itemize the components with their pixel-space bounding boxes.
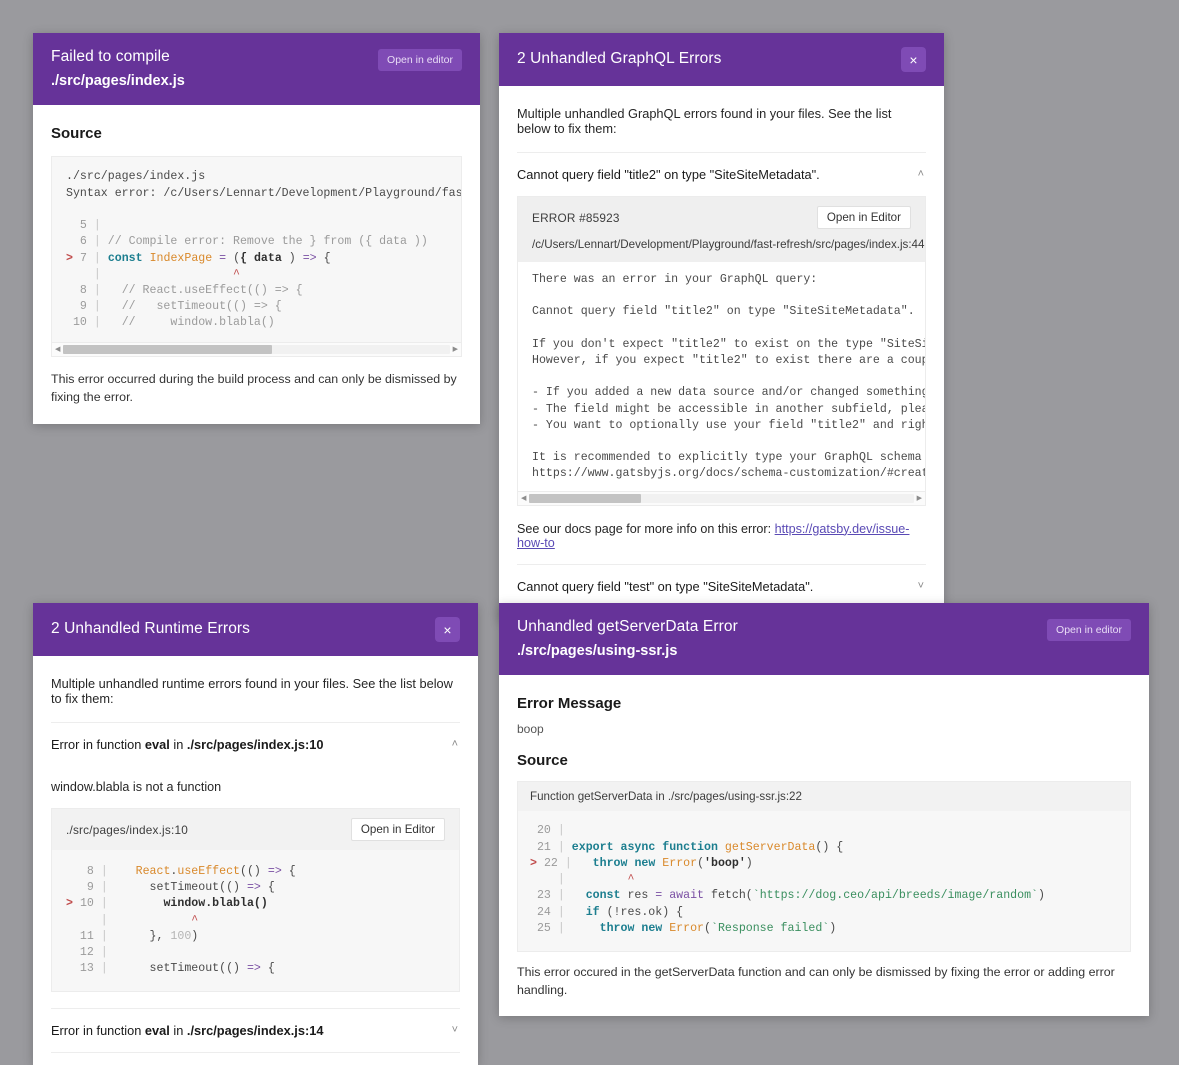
scroll-left-icon[interactable]: ◀ [55, 346, 60, 353]
scroll-left-icon[interactable]: ◀ [521, 495, 526, 502]
graphql-error-detail-body: There was an error in your GraphQL query… [518, 262, 925, 491]
runtime-error-location-0: ./src/pages/index.js:10 [187, 737, 324, 752]
compile-panel-body: Source ./src/pages/index.js Syntax error… [33, 125, 480, 424]
failed-to-compile-panel: Failed to compile ./src/pages/index.js O… [33, 33, 480, 424]
compile-panel-header: Failed to compile ./src/pages/index.js O… [33, 33, 480, 105]
graphql-detail-hscrollbar[interactable]: ◀ ▶ [518, 491, 925, 505]
runtime-intro-text: Multiple unhandled runtime errors found … [51, 656, 460, 722]
ssr-error-message-heading: Error Message [517, 695, 1131, 712]
graphql-panel-body: Multiple unhandled GraphQL errors found … [499, 86, 944, 621]
graphql-panel-title: 2 Unhandled GraphQL Errors [517, 49, 722, 70]
scroll-track[interactable] [63, 345, 449, 354]
graphql-open-in-editor-button[interactable]: Open in Editor [817, 206, 911, 229]
graphql-error-row-1[interactable]: Cannot query field "test" on type "SiteS… [517, 564, 926, 609]
graphql-intro-text: Multiple unhandled GraphQL errors found … [517, 86, 926, 152]
ssr-source-heading: Source [517, 752, 1131, 769]
ssr-error-message: boop [517, 722, 1131, 736]
graphql-error-summary-0: Cannot query field "title2" on type "Sit… [517, 167, 820, 182]
ssr-code-block: 20 | 21 | export async function getServe… [518, 811, 1130, 950]
runtime-error-fn-1: eval [145, 1023, 170, 1038]
chevron-up-icon[interactable]: ˄ [452, 739, 460, 750]
compile-code-frame: ./src/pages/index.js Syntax error: /c/Us… [51, 156, 462, 356]
runtime-error-summary-0: Error in function eval in ./src/pages/in… [51, 737, 323, 752]
compile-source-heading: Source [51, 125, 462, 142]
compile-code-file: ./src/pages/index.js [66, 170, 205, 183]
graphql-error-id: ERROR #85923 [532, 211, 620, 225]
compile-footer-note: This error occurred during the build pro… [51, 357, 462, 425]
graphql-error-detail-text: There was an error in your GraphQL query… [532, 272, 911, 483]
ssr-open-in-editor-button[interactable]: Open in editor [1047, 619, 1131, 641]
graphql-docs-line: See our docs page for more info on this … [517, 506, 926, 564]
runtime-errors-panel: 2 Unhandled Runtime Errors × Multiple un… [33, 603, 478, 1065]
runtime-panel-header: 2 Unhandled Runtime Errors × [33, 603, 478, 656]
getserverdata-error-panel: Unhandled getServerData Error ./src/page… [499, 603, 1149, 1016]
ssr-source-strip: Function getServerData in ./src/pages/us… [518, 782, 1130, 811]
runtime-error-prefix-0: Error in function [51, 737, 145, 752]
chevron-up-icon[interactable]: ˄ [918, 169, 926, 180]
ssr-panel-header: Unhandled getServerData Error ./src/page… [499, 603, 1149, 675]
scroll-thumb[interactable] [529, 494, 640, 503]
runtime-error-message-0: window.blabla is not a function [51, 766, 460, 808]
runtime-error-mid-1: in [170, 1023, 187, 1038]
graphql-error-summary-1: Cannot query field "test" on type "SiteS… [517, 579, 813, 594]
ssr-footer-note: This error occured in the getServerData … [517, 952, 1131, 1016]
runtime-panel-title: 2 Unhandled Runtime Errors [51, 619, 250, 640]
ssr-panel-body: Error Message boop Source Function getSe… [499, 695, 1149, 1015]
compile-open-in-editor-button[interactable]: Open in editor [378, 49, 462, 71]
runtime-frame-bar-0: ./src/pages/index.js:10 Open in Editor [52, 809, 459, 850]
graphql-error-row-0[interactable]: Cannot query field "title2" on type "Sit… [517, 152, 926, 196]
scroll-right-icon[interactable]: ▶ [917, 495, 922, 502]
runtime-panel-body: Multiple unhandled runtime errors found … [33, 656, 478, 1065]
compile-header-titles: Failed to compile ./src/pages/index.js [51, 47, 185, 91]
compile-code-error: Syntax error: /c/Users/Lennart/Developme… [66, 187, 461, 200]
runtime-error-location-1: ./src/pages/index.js:14 [187, 1023, 324, 1038]
runtime-error-summary-1: Error in function eval in ./src/pages/in… [51, 1023, 323, 1038]
ssr-panel-title: Unhandled getServerData Error [517, 617, 738, 638]
compile-code-hscrollbar[interactable]: ◀ ▶ [52, 342, 461, 356]
runtime-error-mid-0: in [170, 737, 187, 752]
graphql-docs-prefix: See our docs page for more info on this … [517, 522, 775, 536]
compile-code-block: ./src/pages/index.js Syntax error: /c/Us… [52, 157, 461, 341]
runtime-error-row-1[interactable]: Error in function eval in ./src/pages/in… [51, 1008, 460, 1053]
graphql-error-id-bar: ERROR #85923 Open in Editor [518, 197, 925, 238]
ssr-panel-subtitle: ./src/pages/using-ssr.js [517, 642, 738, 662]
ssr-code-frame: Function getServerData in ./src/pages/us… [517, 781, 1131, 951]
scroll-track[interactable] [529, 494, 913, 503]
runtime-code-block-0: 8 | React.useEffect(() => { 9 | setTimeo… [52, 850, 459, 991]
runtime-close-icon[interactable]: × [435, 617, 460, 642]
runtime-code-frame-0: ./src/pages/index.js:10 Open in Editor 8… [51, 808, 460, 992]
chevron-down-icon[interactable]: ˅ [918, 581, 926, 592]
runtime-error-row-0[interactable]: Error in function eval in ./src/pages/in… [51, 722, 460, 766]
scroll-thumb[interactable] [63, 345, 272, 354]
graphql-close-icon[interactable]: × [901, 47, 926, 72]
graphql-error-detail-0: ERROR #85923 Open in Editor /c/Users/Len… [517, 196, 926, 506]
graphql-errors-panel: 2 Unhandled GraphQL Errors × Multiple un… [499, 33, 944, 621]
runtime-frame-path-0: ./src/pages/index.js:10 [66, 823, 188, 837]
compile-panel-subtitle: ./src/pages/index.js [51, 72, 185, 92]
chevron-down-icon[interactable]: ˅ [452, 1025, 460, 1036]
ssr-header-titles: Unhandled getServerData Error ./src/page… [517, 617, 738, 661]
runtime-error-fn-0: eval [145, 737, 170, 752]
scroll-right-icon[interactable]: ▶ [453, 346, 458, 353]
runtime-error-prefix-1: Error in function [51, 1023, 145, 1038]
compile-panel-title: Failed to compile [51, 47, 185, 68]
graphql-panel-header: 2 Unhandled GraphQL Errors × [499, 33, 944, 86]
runtime-open-in-editor-button-0[interactable]: Open in Editor [351, 818, 445, 841]
screen: Failed to compile ./src/pages/index.js O… [0, 0, 1179, 1044]
graphql-error-path: /c/Users/Lennart/Development/Playground/… [518, 238, 925, 262]
